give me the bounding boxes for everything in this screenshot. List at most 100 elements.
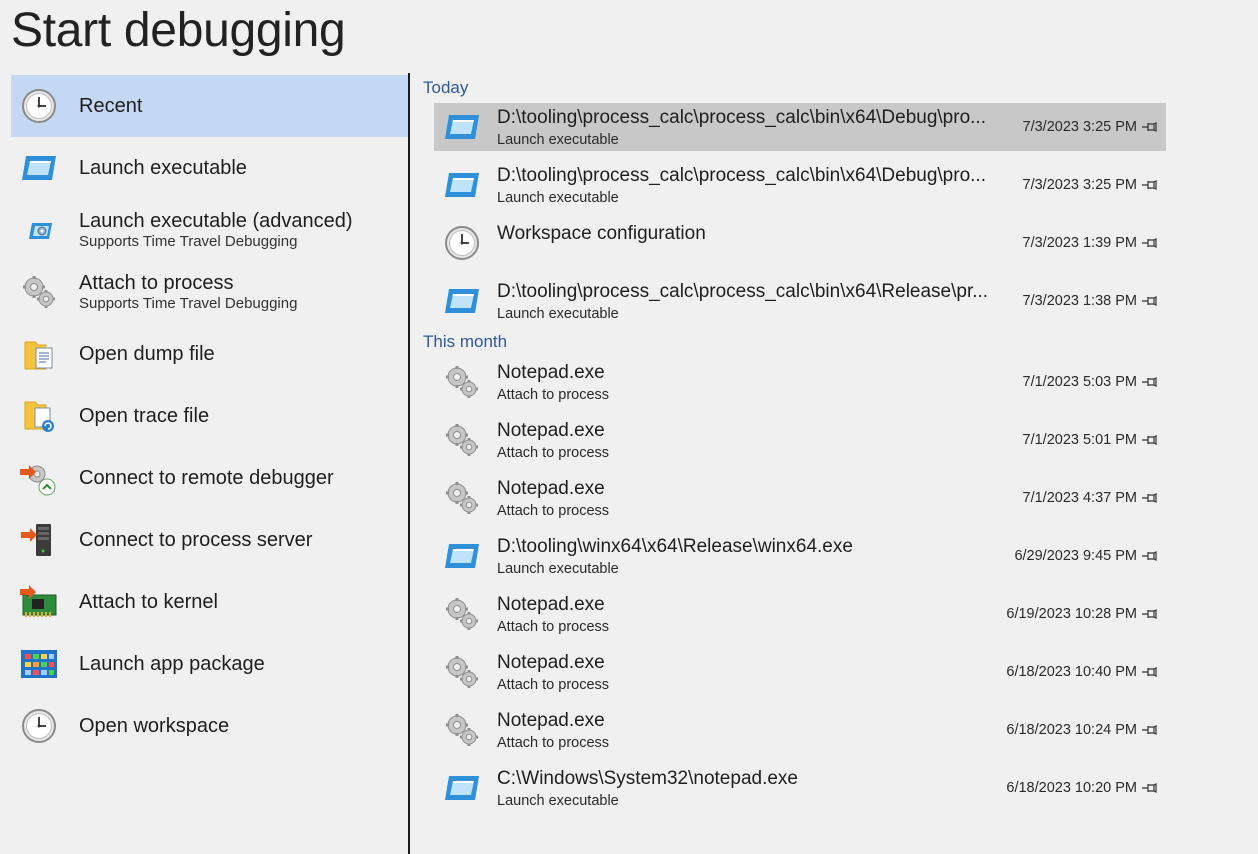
recent-item[interactable]: Workspace configuration 7/3/2023 1:39 PM [434,219,1166,267]
nav-item-open-dump-file[interactable]: Open dump file [11,323,408,385]
nav-sublabel: Supports Time Travel Debugging [79,295,298,312]
nav-item-launch-executable-advanced[interactable]: Launch executable (advanced) Supports Ti… [11,199,408,261]
nav-label: Launch app package [79,653,265,675]
nav-item-recent[interactable]: Recent [11,75,408,137]
recent-item-subtitle: Attach to process [497,619,610,635]
nav-label: Connect to remote debugger [79,467,334,489]
server-icon [20,522,58,558]
recent-item-title: D:\tooling\process_calc\process_calc\bin… [497,165,986,186]
recent-item[interactable]: D:\tooling\process_calc\process_calc\bin… [434,161,1166,209]
gears-icon [442,480,482,516]
recent-item-title: C:\Windows\System32\notepad.exe [497,768,798,789]
recent-item-date: 6/18/2023 10:20 PM [1006,780,1137,796]
nav-item-open-trace-file[interactable]: Open trace file [11,385,408,447]
nav-sublabel: Supports Time Travel Debugging [79,233,298,250]
window-icon [442,167,482,203]
pin-icon[interactable] [1141,294,1157,308]
nav-item-attach-to-process[interactable]: Attach to process Supports Time Travel D… [11,261,408,323]
recent-item-subtitle: Attach to process [497,735,610,751]
recent-item-subtitle: Launch executable [497,132,619,148]
recent-item-date: 6/18/2023 10:24 PM [1006,722,1137,738]
recent-item-date: 6/29/2023 9:45 PM [1014,548,1137,564]
recent-item-subtitle: Attach to process [497,445,610,461]
recent-item-date: 7/3/2023 1:39 PM [1022,235,1137,251]
nav-pane: Recent Launch executable Launch executab… [11,75,408,757]
recent-item-title: Workspace configuration [497,223,706,244]
nav-item-launch-app-package[interactable]: Launch app package [11,633,408,695]
window-icon [442,770,482,806]
gears-icon [442,712,482,748]
pin-icon[interactable] [1141,433,1157,447]
pin-icon[interactable] [1141,607,1157,621]
recent-item-date: 7/1/2023 4:37 PM [1022,490,1137,506]
recent-item[interactable]: Notepad.exe Attach to process 6/18/2023 … [434,648,1166,696]
gears-icon [442,422,482,458]
window-icon [20,150,58,186]
gears-icon [442,364,482,400]
nav-label: Attach to kernel [79,591,218,613]
clock-icon [442,225,482,261]
pin-icon[interactable] [1141,781,1157,795]
recent-item[interactable]: Notepad.exe Attach to process 7/1/2023 4… [434,474,1166,522]
circuit-board-icon [20,584,58,620]
pane-divider [408,73,410,854]
recent-item[interactable]: Notepad.exe Attach to process 6/18/2023 … [434,706,1166,754]
nav-label: Open workspace [79,715,230,737]
recent-item-title: Notepad.exe [497,710,605,731]
recent-item-subtitle: Attach to process [497,387,610,403]
recent-item-date: 6/19/2023 10:28 PM [1006,606,1137,622]
recent-item[interactable]: Notepad.exe Attach to process 6/19/2023 … [434,590,1166,638]
recent-item-title: D:\tooling\process_calc\process_calc\bin… [497,281,989,302]
nav-label: Open trace file [79,405,210,427]
nav-label: Launch executable [79,157,247,179]
recent-item-subtitle: Launch executable [497,793,619,809]
folder-trace-icon [20,398,58,434]
recent-item[interactable]: D:\tooling\process_calc\process_calc\bin… [434,103,1166,151]
nav-item-launch-executable[interactable]: Launch executable [11,137,408,199]
gears-icon [20,274,58,310]
clock-icon [20,708,58,744]
section-header-this-month: This month [423,332,508,351]
clock-icon [20,88,58,124]
nav-item-connect-process-server[interactable]: Connect to process server [11,509,408,571]
recent-item[interactable]: D:\tooling\process_calc\process_calc\bin… [434,277,1166,325]
page-title: Start debugging [11,4,346,57]
pin-icon[interactable] [1141,120,1157,134]
recent-item-title: Notepad.exe [497,652,605,673]
pin-icon[interactable] [1141,665,1157,679]
window-gear-icon [20,212,58,248]
nav-label: Launch executable (advanced) [79,210,353,232]
recent-item-title: Notepad.exe [497,594,605,615]
pin-icon[interactable] [1141,549,1157,563]
recent-item[interactable]: C:\Windows\System32\notepad.exe Launch e… [434,764,1166,812]
recent-item-subtitle: Launch executable [497,190,619,206]
nav-label: Connect to process server [79,529,313,551]
recent-item[interactable]: Notepad.exe Attach to process 7/1/2023 5… [434,358,1166,406]
recent-item-date: 7/3/2023 3:25 PM [1022,119,1137,135]
recent-item-date: 7/1/2023 5:01 PM [1022,432,1137,448]
recent-item[interactable]: Notepad.exe Attach to process 7/1/2023 5… [434,416,1166,464]
pin-icon[interactable] [1141,236,1157,250]
window-icon [442,283,482,319]
recent-item-title: Notepad.exe [497,362,605,383]
recent-item[interactable]: D:\tooling\winx64\x64\Release\winx64.exe… [434,532,1166,580]
nav-label: Attach to process [79,272,234,294]
nav-item-attach-to-kernel[interactable]: Attach to kernel [11,571,408,633]
nav-label: Open dump file [79,343,215,365]
pin-icon[interactable] [1141,375,1157,389]
gears-icon [442,596,482,632]
recent-item-title: Notepad.exe [497,420,605,441]
recent-item-subtitle: Launch executable [497,561,619,577]
app-package-icon [20,646,58,682]
recent-item-subtitle: Attach to process [497,503,610,519]
recent-item-title: D:\tooling\winx64\x64\Release\winx64.exe [497,536,853,557]
pin-icon[interactable] [1141,723,1157,737]
pin-icon[interactable] [1141,491,1157,505]
recent-item-date: 7/3/2023 1:38 PM [1022,293,1137,309]
nav-item-connect-remote-debugger[interactable]: Connect to remote debugger [11,447,408,509]
pin-icon[interactable] [1141,178,1157,192]
recent-item-subtitle: Launch executable [497,306,619,322]
window-icon [442,109,482,145]
nav-label: Recent [79,95,143,117]
nav-item-open-workspace[interactable]: Open workspace [11,695,408,757]
